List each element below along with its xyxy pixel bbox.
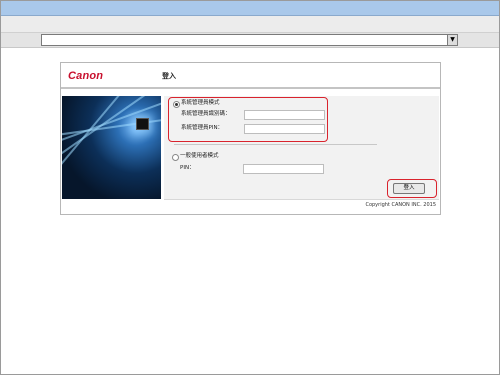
copyright-text: Copyright CANON INC. 2015: [365, 202, 436, 208]
browser-title-bar: [1, 1, 499, 16]
mode-divider: [174, 144, 377, 145]
page-title: 登入: [162, 72, 176, 80]
cube-graphic: [136, 118, 149, 130]
login-button[interactable]: 登入: [393, 183, 425, 194]
sysadmin-id-input[interactable]: [244, 110, 325, 120]
general-mode-label: 一般使用者模式: [180, 153, 219, 159]
login-card: Canon 登入 系統管理員模式 系統管理員識別碼： 系統管理員PIN： 一般使…: [60, 62, 441, 215]
browser-toolbar: [1, 16, 499, 33]
sysadmin-pin-label: 系統管理員PIN：: [181, 125, 224, 131]
address-bar: ▼: [1, 33, 499, 48]
sysadmin-id-label: 系統管理員識別碼：: [181, 111, 231, 117]
pin-label: PIN：: [180, 165, 195, 171]
login-button-highlight: 登入: [387, 179, 437, 198]
general-mode-radio[interactable]: [172, 154, 179, 161]
sysadmin-pin-input[interactable]: [244, 124, 325, 134]
pin-input[interactable]: [243, 164, 324, 174]
chevron-down-icon[interactable]: ▼: [447, 35, 457, 45]
brand-logo: Canon: [68, 70, 104, 82]
footer-divider: [164, 199, 439, 200]
sysadmin-mode-radio[interactable]: [173, 101, 180, 108]
address-dropdown[interactable]: ▼: [41, 34, 458, 46]
header-divider: [61, 87, 440, 89]
sysadmin-mode-label: 系統管理員模式: [181, 100, 220, 106]
hero-image: [62, 96, 161, 199]
sysadmin-mode-group: 系統管理員模式 系統管理員識別碼： 系統管理員PIN：: [168, 97, 328, 142]
